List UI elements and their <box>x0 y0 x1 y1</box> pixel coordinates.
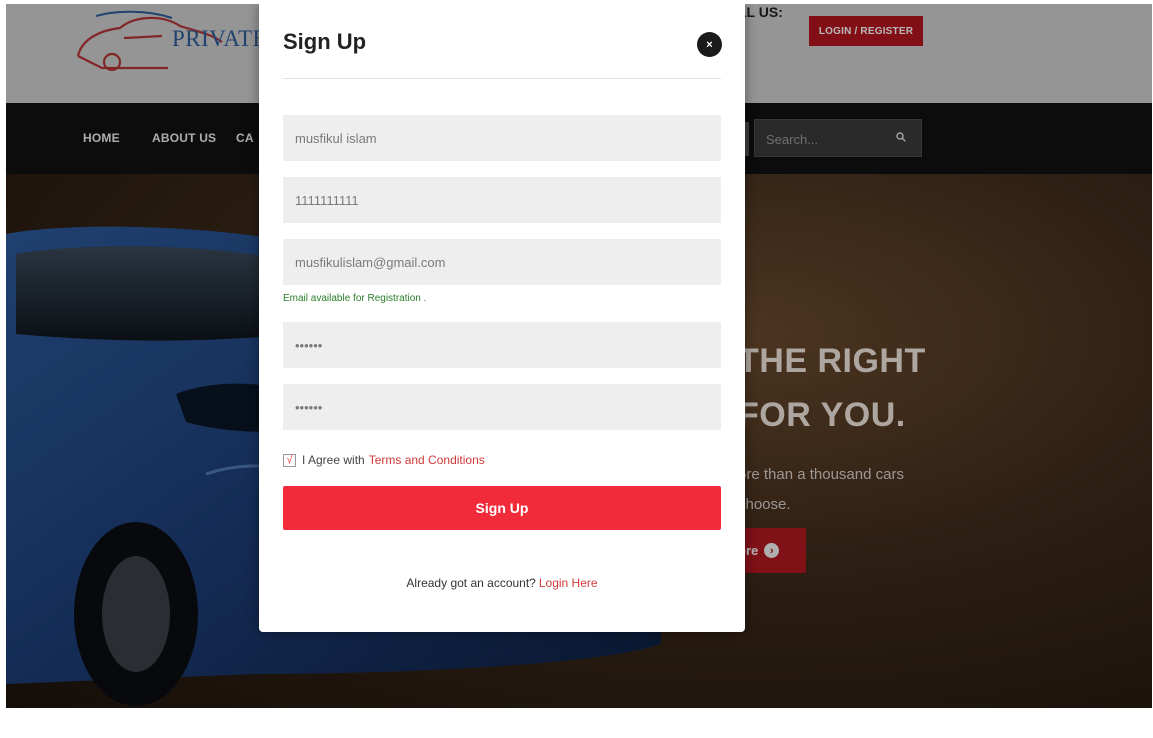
password-field-value: •••••• <box>295 337 323 353</box>
password-field[interactable]: •••••• <box>283 322 721 368</box>
modal-title: Sign Up <box>283 29 367 54</box>
signup-button[interactable]: Sign Up <box>283 486 721 530</box>
terms-agreement-row: √ I Agree with Terms and Conditions <box>283 453 485 467</box>
login-here-link[interactable]: Login Here <box>539 576 598 590</box>
terms-link[interactable]: Terms and Conditions <box>369 453 485 467</box>
login-prompt: Already got an account? Login Here <box>259 576 745 590</box>
name-field[interactable]: musfikul islam <box>283 115 721 161</box>
confirm-password-field-value: •••••• <box>295 399 323 415</box>
signup-modal: Sign Up × musfikul islam 1111111111 musf… <box>259 4 745 632</box>
confirm-password-field[interactable]: •••••• <box>283 384 721 430</box>
phone-field-value: 1111111111 <box>295 192 359 208</box>
terms-checkbox[interactable]: √ <box>283 453 296 467</box>
phone-field[interactable]: 1111111111 <box>283 177 721 223</box>
already-text: Already got an account? <box>406 576 536 590</box>
close-button[interactable]: × <box>697 32 722 57</box>
page-frame: PRIVATE LL US: LOGIN / REGISTER HOME ABO… <box>6 4 1152 708</box>
name-field-value: musfikul islam <box>295 130 377 146</box>
email-field-value: musfikulislam@gmail.com <box>295 254 446 270</box>
modal-divider <box>283 78 721 79</box>
agree-text: I Agree with <box>302 453 365 467</box>
email-field[interactable]: musfikulislam@gmail.com <box>283 239 721 285</box>
email-status-message: Email available for Registration . <box>283 293 427 304</box>
